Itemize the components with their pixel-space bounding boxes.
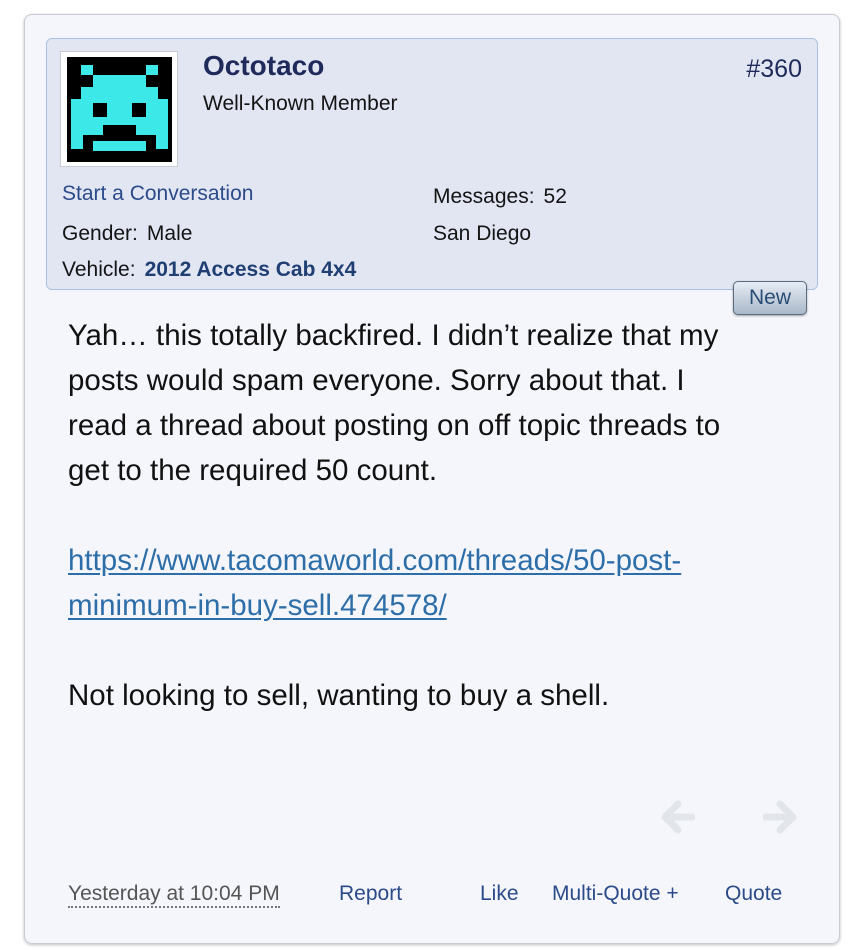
user-title: Well-Known Member — [203, 92, 398, 115]
multi-quote-button[interactable]: Multi-Quote + — [552, 882, 679, 906]
space-invader-icon — [67, 57, 172, 162]
gender-value: Male — [146, 222, 193, 245]
quote-button[interactable]: Quote — [725, 882, 782, 906]
post-number[interactable]: #360 — [746, 55, 802, 84]
post-link[interactable]: https://www.tacomaworld.com/threads/50-p… — [68, 544, 681, 622]
post-date[interactable]: Yesterday at 10:04 PM — [68, 882, 280, 908]
arrow-left-icon[interactable] — [661, 800, 696, 834]
username[interactable]: Octotaco — [203, 50, 324, 82]
messages-label: Messages: — [433, 185, 535, 208]
gender-row: Gender: Male — [62, 222, 192, 246]
location: San Diego — [433, 222, 532, 245]
arrow-right-icon[interactable] — [762, 800, 797, 834]
vehicle-label: Vehicle: — [62, 258, 136, 281]
post-paragraph: Yah… this totally backfired. I didn’t re… — [68, 319, 721, 487]
gender-label: Gender: — [62, 222, 138, 245]
new-badge: New — [733, 281, 807, 315]
vehicle-value[interactable]: 2012 Access Cab 4x4 — [145, 258, 357, 281]
messages-value: 52 — [543, 185, 567, 208]
avatar[interactable] — [60, 51, 178, 167]
start-conversation-link[interactable]: Start a Conversation — [62, 182, 253, 206]
messages-row: Messages: 52 — [433, 185, 567, 209]
vehicle-row: Vehicle: 2012 Access Cab 4x4 — [62, 258, 356, 282]
post-paragraph: Not looking to sell, wanting to buy a sh… — [68, 679, 610, 712]
post-body: Yah… this totally backfired. I didn’t re… — [68, 313, 748, 718]
report-button[interactable]: Report — [339, 882, 402, 906]
like-button[interactable]: Like — [480, 882, 519, 906]
